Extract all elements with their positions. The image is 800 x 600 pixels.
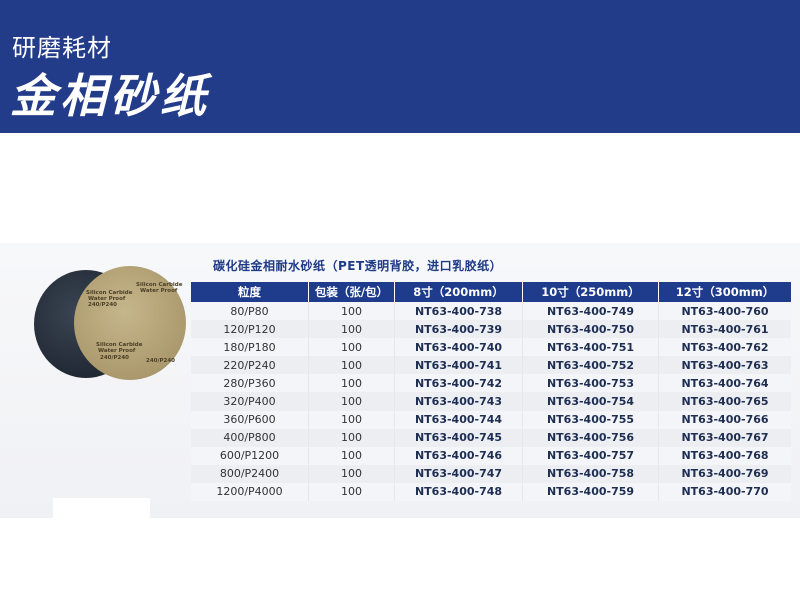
table-header-row: 粒度 包装（张/包） 8寸（200mm） 10寸（250mm） 12寸（300m…	[191, 282, 791, 302]
code-10inch-cell: NT63-400-756	[523, 428, 659, 447]
table-row: 320/P400 100 NT63-400-743 NT63-400-754 NT63-…	[191, 392, 791, 411]
code-8inch-cell: NT63-400-748	[395, 482, 523, 502]
code-12inch-cell: NT63-400-762	[659, 338, 791, 357]
code-10inch-cell: NT63-400-754	[523, 392, 659, 411]
code-8inch-cell: NT63-400-745	[395, 428, 523, 447]
code-10inch-cell: NT63-400-750	[523, 320, 659, 339]
code-12inch-cell: NT63-400-760	[659, 302, 791, 321]
table-row: 600/P1200 100 NT63-400-746 NT63-400-757 NT63…	[191, 446, 791, 465]
banner-title: 金相砂纸	[10, 69, 210, 123]
disc-label-line3: 240/P240	[88, 302, 117, 308]
sandpaper-disc-image: Silicon Carbide Water Proof 240/P240 Sil…	[34, 266, 186, 380]
code-8inch-cell: NT63-400-743	[395, 392, 523, 411]
code-12inch-cell: NT63-400-763	[659, 356, 791, 375]
code-12inch-cell: NT63-400-769	[659, 464, 791, 483]
code-8inch-cell: NT63-400-742	[395, 374, 523, 393]
package-cell: 100	[309, 320, 395, 339]
code-12inch-cell: NT63-400-768	[659, 446, 791, 465]
code-10inch-cell: NT63-400-758	[523, 464, 659, 483]
table-row: 800/P2400 100 NT63-400-747 NT63-400-758 NT63…	[191, 464, 791, 483]
table-row: 120/P120 100 NT63-400-739 NT63-400-750 NT63-…	[191, 320, 791, 339]
header-banner: 研磨耗材 金相砂纸	[0, 0, 800, 133]
spec-table: 粒度 包装（张/包） 8寸（200mm） 10寸（250mm） 12寸（300m…	[191, 282, 791, 502]
code-12inch-cell: NT63-400-765	[659, 392, 791, 411]
package-cell: 100	[309, 302, 395, 321]
package-cell: 100	[309, 392, 395, 411]
table-row: 1200/P4000 100 NT63-400-748 NT63-400-759 NT6…	[191, 482, 791, 502]
code-10inch-cell: NT63-400-757	[523, 446, 659, 465]
table-row: 360/P600 100 NT63-400-744 NT63-400-755 NT63-…	[191, 410, 791, 429]
table-row: 80/P80 100 NT63-400-738 NT63-400-749 NT63-40…	[191, 302, 791, 321]
grit-cell: 80/P80	[191, 302, 309, 321]
package-cell: 100	[309, 482, 395, 502]
header-10inch: 10寸（250mm）	[523, 282, 659, 302]
header-8inch: 8寸（200mm）	[395, 282, 523, 302]
code-8inch-cell: NT63-400-747	[395, 464, 523, 483]
header-package: 包装（张/包）	[309, 282, 395, 302]
table-row: 400/P800 100 NT63-400-745 NT63-400-756 NT63-…	[191, 428, 791, 447]
code-10inch-cell: NT63-400-759	[523, 482, 659, 502]
package-cell: 100	[309, 428, 395, 447]
table-row: 180/P180 100 NT63-400-740 NT63-400-751 NT63-…	[191, 338, 791, 357]
code-10inch-cell: NT63-400-753	[523, 374, 659, 393]
package-cell: 100	[309, 338, 395, 357]
package-cell: 100	[309, 356, 395, 375]
table-row: 280/P360 100 NT63-400-742 NT63-400-753 NT63-…	[191, 374, 791, 393]
product-caption: 碳化硅金相耐水砂纸（PET透明背胶，进口乳胶纸）	[213, 259, 503, 273]
code-12inch-cell: NT63-400-766	[659, 410, 791, 429]
code-8inch-cell: NT63-400-740	[395, 338, 523, 357]
header-grit: 粒度	[191, 282, 309, 302]
code-12inch-cell: NT63-400-770	[659, 482, 791, 502]
disc-label-line5: Water Proof	[140, 288, 178, 294]
disc-label-line7: Water Proof	[98, 348, 136, 354]
blank-area	[53, 498, 150, 518]
code-10inch-cell: NT63-400-751	[523, 338, 659, 357]
banner-subtitle: 研磨耗材	[12, 34, 112, 62]
code-8inch-cell: NT63-400-746	[395, 446, 523, 465]
grit-cell: 400/P800	[191, 428, 309, 447]
grit-cell: 280/P360	[191, 374, 309, 393]
grit-cell: 1200/P4000	[191, 482, 309, 502]
code-12inch-cell: NT63-400-767	[659, 428, 791, 447]
code-10inch-cell: NT63-400-752	[523, 356, 659, 375]
grit-cell: 800/P2400	[191, 464, 309, 483]
grit-cell: 120/P120	[191, 320, 309, 339]
code-10inch-cell: NT63-400-749	[523, 302, 659, 321]
package-cell: 100	[309, 410, 395, 429]
package-cell: 100	[309, 446, 395, 465]
code-12inch-cell: NT63-400-764	[659, 374, 791, 393]
code-10inch-cell: NT63-400-755	[523, 410, 659, 429]
code-12inch-cell: NT63-400-761	[659, 320, 791, 339]
disc-label-line9: 240/P240	[146, 358, 175, 364]
header-12inch: 12寸（300mm）	[659, 282, 791, 302]
grit-cell: 220/P240	[191, 356, 309, 375]
code-8inch-cell: NT63-400-741	[395, 356, 523, 375]
code-8inch-cell: NT63-400-744	[395, 410, 523, 429]
code-8inch-cell: NT63-400-738	[395, 302, 523, 321]
grit-cell: 360/P600	[191, 410, 309, 429]
package-cell: 100	[309, 374, 395, 393]
code-8inch-cell: NT63-400-739	[395, 320, 523, 339]
package-cell: 100	[309, 464, 395, 483]
grit-cell: 180/P180	[191, 338, 309, 357]
table-row: 220/P240 100 NT63-400-741 NT63-400-752 NT63-…	[191, 356, 791, 375]
grit-cell: 600/P1200	[191, 446, 309, 465]
grit-cell: 320/P400	[191, 392, 309, 411]
disc-label-line8: 240/P240	[100, 355, 129, 361]
